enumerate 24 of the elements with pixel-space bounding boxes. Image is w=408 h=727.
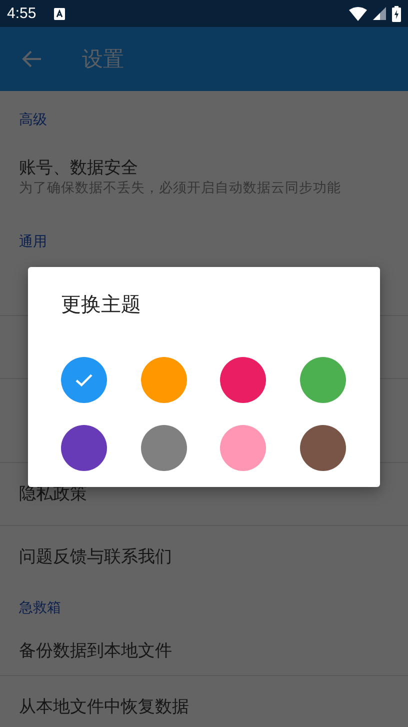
color-swatch[interactable]: [300, 357, 346, 403]
item-title[interactable]: 备份数据到本地文件: [19, 640, 389, 662]
color-swatch[interactable]: [61, 425, 107, 471]
color-swatch[interactable]: [140, 357, 186, 403]
wifi-icon: [349, 6, 367, 20]
section-header: 急救箱: [18, 599, 62, 618]
item-title[interactable]: 问题反馈与联系我们: [19, 546, 389, 568]
notification-icon: [54, 8, 66, 20]
color-swatch[interactable]: [140, 425, 186, 471]
back-icon[interactable]: [22, 50, 42, 68]
color-swatch[interactable]: [300, 425, 346, 471]
signal-icon: [373, 7, 386, 20]
item-title[interactable]: 从本地文件中恢复数据: [19, 696, 389, 718]
color-swatch[interactable]: [220, 425, 266, 471]
dialog-title: 更换主题: [61, 291, 142, 317]
status-time: 4:55: [7, 5, 36, 22]
color-swatch[interactable]: [61, 357, 107, 403]
page-title: 设置: [82, 46, 124, 73]
check-icon: [75, 373, 93, 387]
color-swatch[interactable]: [220, 357, 266, 403]
section-header: 通用: [18, 233, 48, 252]
section-header: 高级: [18, 111, 48, 130]
battery-icon: [392, 6, 401, 22]
item-title[interactable]: 账号、数据安全: [19, 156, 389, 178]
